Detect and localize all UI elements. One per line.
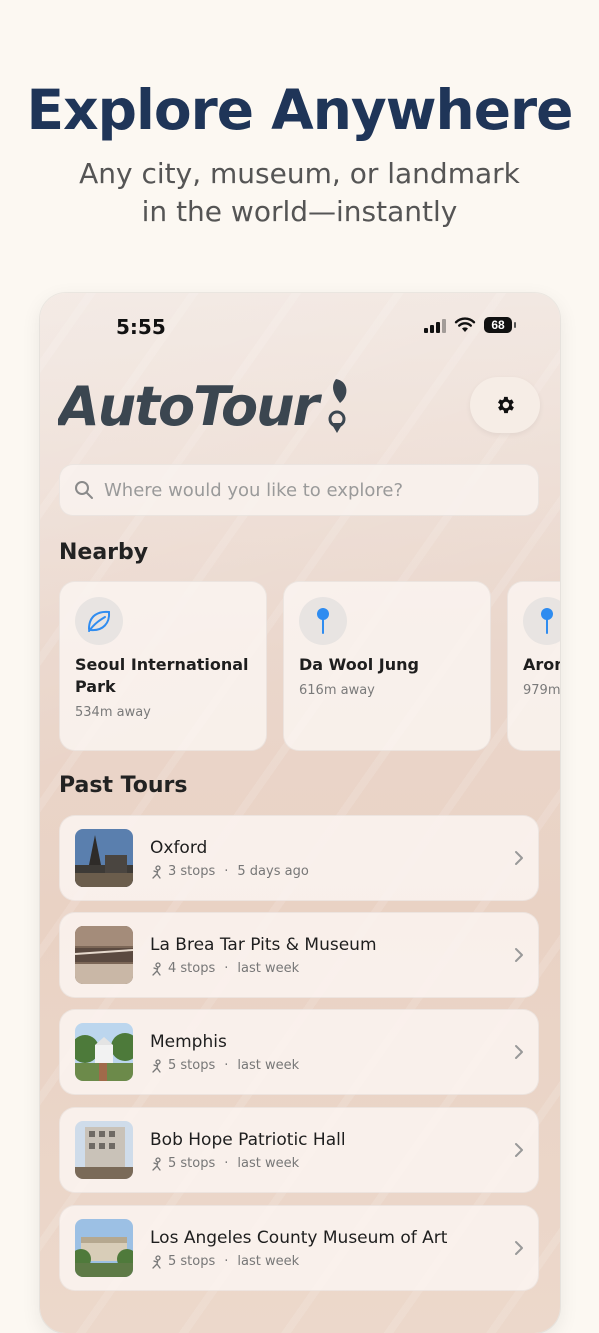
tour-meta: 5 stops · last week (150, 1058, 299, 1073)
nearby-name: Aron (523, 655, 560, 674)
nearby-icon-bg (523, 597, 560, 645)
past-tour-row[interactable]: La Brea Tar Pits & Museum 4 stops · last… (59, 912, 539, 998)
tour-when: last week (237, 961, 300, 976)
tour-thumbnail (75, 1023, 133, 1081)
nearby-distance: 979m (523, 683, 560, 698)
tour-when: last week (237, 1156, 300, 1171)
meta-separator: · (224, 961, 229, 976)
tour-meta: 4 stops · last week (150, 961, 299, 976)
pin-icon (541, 608, 553, 634)
tour-name: Memphis (150, 1032, 227, 1052)
tour-when: last week (237, 1058, 300, 1073)
tour-stops: 5 stops (168, 1254, 216, 1269)
tour-thumbnail (75, 829, 133, 887)
chevron-right-icon (515, 1241, 523, 1255)
tour-meta: 3 stops · 5 days ago (150, 864, 309, 879)
hero-title: Explore Anywhere (26, 78, 574, 142)
tour-thumbnail (75, 1121, 133, 1179)
chevron-right-icon (515, 851, 523, 865)
tour-when: last week (237, 1254, 300, 1269)
nearby-name: Da Wool Jung (299, 655, 419, 674)
meta-separator: · (224, 1254, 229, 1269)
settings-button[interactable] (470, 377, 540, 433)
gear-icon (498, 396, 514, 414)
search-icon (75, 481, 93, 499)
meta-separator: · (224, 1058, 229, 1073)
phone-screen: 5:55 68 AutoTour Where would you like to… (40, 293, 560, 1333)
chevron-right-icon (515, 1045, 523, 1059)
tour-name: Bob Hope Patriotic Hall (150, 1130, 346, 1150)
meta-separator: · (224, 1156, 229, 1171)
nearby-name: Seoul International Park (75, 655, 249, 696)
tour-name: Oxford (150, 838, 208, 858)
nearby-card[interactable]: Seoul International Park 534m away (59, 581, 267, 751)
walking-icon (152, 1058, 161, 1073)
walking-icon (152, 1156, 161, 1171)
tour-stops: 3 stops (168, 864, 216, 879)
tour-stops: 5 stops (168, 1156, 216, 1171)
hero-subtitle-line-1: Any city, museum, or landmark (79, 157, 520, 190)
logo-pin-leaf-icon (328, 379, 347, 433)
past-tour-row[interactable]: Bob Hope Patriotic Hall 5 stops · last w… (59, 1107, 539, 1193)
status-time: 5:55 (116, 315, 166, 339)
walking-icon (152, 961, 161, 976)
chevron-right-icon (515, 1143, 523, 1157)
chevron-right-icon (515, 948, 523, 962)
leaf-icon (87, 610, 111, 632)
status-icons: 68 (424, 317, 516, 333)
nearby-card[interactable]: Aron 979m (507, 581, 560, 751)
nearby-card[interactable]: Da Wool Jung 616m away (283, 581, 491, 751)
nearby-carousel[interactable]: Seoul International Park 534m away Da Wo… (59, 581, 560, 753)
tour-name: La Brea Tar Pits & Museum (150, 935, 377, 955)
tour-when: 5 days ago (237, 864, 309, 879)
search-bar[interactable]: Where would you like to explore? (59, 464, 539, 516)
nearby-icon-bg (299, 597, 347, 645)
logo-text: AutoTour (58, 375, 323, 437)
past-tours-section-title: Past Tours (59, 773, 188, 798)
tour-thumbnail (75, 926, 133, 984)
walking-icon (152, 1254, 161, 1269)
tour-thumbnail (75, 1219, 133, 1277)
hero-subtitle: Any city, museum, or landmark in the wor… (0, 155, 599, 231)
tour-meta: 5 stops · last week (150, 1156, 299, 1171)
search-input[interactable]: Where would you like to explore? (104, 480, 403, 501)
tour-stops: 4 stops (168, 961, 216, 976)
past-tour-row[interactable]: Los Angeles County Museum of Art 5 stops… (59, 1205, 539, 1291)
tour-stops: 5 stops (168, 1058, 216, 1073)
nearby-distance: 534m away (75, 705, 151, 720)
nearby-icon-bg (75, 597, 123, 645)
nearby-section-title: Nearby (59, 540, 149, 565)
nearby-distance: 616m away (299, 683, 375, 698)
hero-subtitle-line-2: in the world—instantly (141, 195, 458, 228)
past-tour-row[interactable]: Oxford 3 stops · 5 days ago (59, 815, 539, 901)
walking-icon (152, 864, 161, 879)
cellular-signal-icon (424, 317, 446, 333)
meta-separator: · (224, 864, 229, 879)
pin-icon (317, 608, 329, 634)
wifi-icon (454, 317, 476, 332)
past-tour-row[interactable]: Memphis 5 stops · last week (59, 1009, 539, 1095)
app-logo: AutoTour (54, 373, 358, 442)
tour-name: Los Angeles County Museum of Art (150, 1228, 448, 1248)
tour-meta: 5 stops · last week (150, 1254, 299, 1269)
battery-indicator: 68 (484, 317, 516, 333)
